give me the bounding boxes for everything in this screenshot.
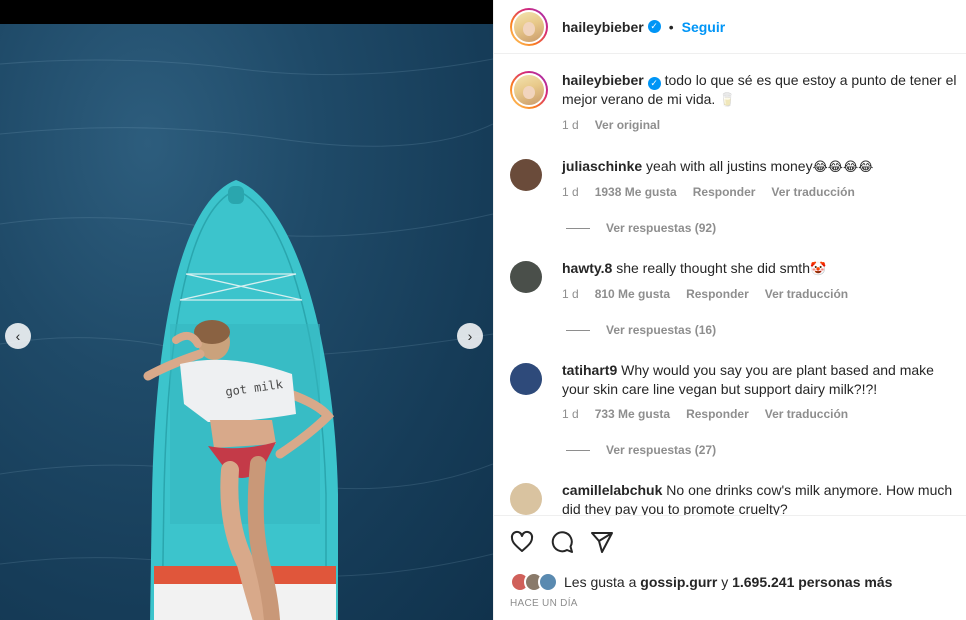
clown-emoji: 🤡 xyxy=(809,262,827,277)
see-original-link[interactable]: Ver original xyxy=(595,116,660,135)
comment-item: hawty.8 she really thought she did smth🤡… xyxy=(510,259,960,304)
likes-prefix: Les gusta a xyxy=(564,574,637,590)
commenter-avatar[interactable] xyxy=(510,483,542,515)
comment-time: 1 d xyxy=(562,185,579,199)
likes-count[interactable]: 1.695.241 personas más xyxy=(732,574,892,590)
post-header: haileybieber ✓ • Seguir xyxy=(494,0,966,54)
next-photo-button[interactable]: › xyxy=(457,323,483,349)
separator-dot: • xyxy=(668,18,674,35)
caption-time: 1 d xyxy=(562,118,579,132)
comment-like-count[interactable]: 810 Me gusta xyxy=(595,285,670,304)
reply-button[interactable]: Responder xyxy=(686,285,749,304)
comment-icon[interactable] xyxy=(550,530,574,554)
view-replies-label: Ver respuestas (27) xyxy=(606,443,717,457)
view-replies-label: Ver respuestas (16) xyxy=(606,323,717,337)
comment-time: 1 d xyxy=(562,287,579,301)
post-photo[interactable]: got milk xyxy=(0,24,493,620)
commenter-avatar[interactable] xyxy=(510,261,542,293)
view-replies-label: Ver respuestas (92) xyxy=(606,221,717,235)
translate-button[interactable]: Ver traducción xyxy=(765,285,848,304)
comment-like-count[interactable]: 1938 Me gusta xyxy=(595,183,677,202)
reply-button[interactable]: Responder xyxy=(693,183,756,202)
post-caption: haileybieber ✓ todo lo que sé es que esto… xyxy=(510,71,960,135)
laughing-emoji: 😂😂😂😂 xyxy=(812,160,874,175)
likes-connector: y xyxy=(721,574,729,590)
translate-button[interactable]: Ver traducción xyxy=(765,405,848,424)
follow-button[interactable]: Seguir xyxy=(682,19,726,35)
chevron-right-icon: › xyxy=(467,328,473,344)
author-username[interactable]: haileybieber xyxy=(562,19,644,35)
previous-photo-button[interactable]: ‹ xyxy=(5,323,31,349)
caption-username[interactable]: haileybieber xyxy=(562,72,644,88)
commenter-username[interactable]: camillelabchuk xyxy=(562,482,662,498)
view-replies-button[interactable]: Ver respuestas (92) xyxy=(566,221,716,235)
commenter-avatar[interactable] xyxy=(510,363,542,395)
photo-illustration: got milk xyxy=(0,58,493,620)
translate-button[interactable]: Ver traducción xyxy=(771,183,854,202)
commenter-username[interactable]: tatihart9 xyxy=(562,362,617,378)
author-avatar[interactable] xyxy=(510,7,548,46)
chevron-left-icon: ‹ xyxy=(15,328,21,344)
replies-line xyxy=(566,227,590,229)
liker-avatars xyxy=(510,572,558,592)
comment-time: 1 d xyxy=(562,407,579,421)
verified-badge-icon: ✓ xyxy=(647,20,661,33)
share-icon[interactable] xyxy=(590,530,614,554)
commenter-username[interactable]: hawty.8 xyxy=(562,260,612,276)
post-media: got milk ‹ › xyxy=(0,0,493,620)
comment-item: tatihart9 Why would you say you are plan… xyxy=(510,361,960,424)
likes-username[interactable]: gossip.gurr xyxy=(640,574,717,590)
post-footer: Les gusta a gossip.gurr y 1.695.241 pers… xyxy=(494,515,966,620)
comment-text: Why would you say you are plant based an… xyxy=(562,362,934,397)
comment-item: camillelabchuk No one drinks cow's milk … xyxy=(510,481,960,515)
commenter-username[interactable]: juliaschinke xyxy=(562,158,642,174)
view-replies-button[interactable]: Ver respuestas (16) xyxy=(566,323,716,337)
reply-button[interactable]: Responder xyxy=(686,405,749,424)
caption-author-avatar[interactable] xyxy=(510,71,548,109)
action-bar xyxy=(510,530,614,554)
comment-item: juliaschinke yeah with all justins money… xyxy=(510,157,960,202)
post-side-panel: haileybieber ✓ • Seguir haileybieber ✓ to… xyxy=(493,0,966,620)
comment-like-count[interactable]: 733 Me gusta xyxy=(595,405,670,424)
post-timestamp[interactable]: HACE UN DÍA xyxy=(510,598,578,609)
liker-avatar xyxy=(538,572,558,592)
comment-text: she really thought she did smth xyxy=(616,260,810,276)
comment-text: yeah with all justins money xyxy=(646,158,813,174)
replies-line xyxy=(566,329,590,331)
milk-emoji: 🥛 xyxy=(719,93,736,108)
likes-summary[interactable]: Les gusta a gossip.gurr y 1.695.241 pers… xyxy=(510,572,892,592)
comments-list[interactable]: haileybieber ✓ todo lo que sé es que esto… xyxy=(494,55,966,515)
view-replies-button[interactable]: Ver respuestas (27) xyxy=(566,443,716,457)
verified-badge-icon: ✓ xyxy=(647,77,661,90)
commenter-avatar[interactable] xyxy=(510,159,542,191)
replies-line xyxy=(566,449,590,451)
heart-icon[interactable] xyxy=(510,530,534,554)
